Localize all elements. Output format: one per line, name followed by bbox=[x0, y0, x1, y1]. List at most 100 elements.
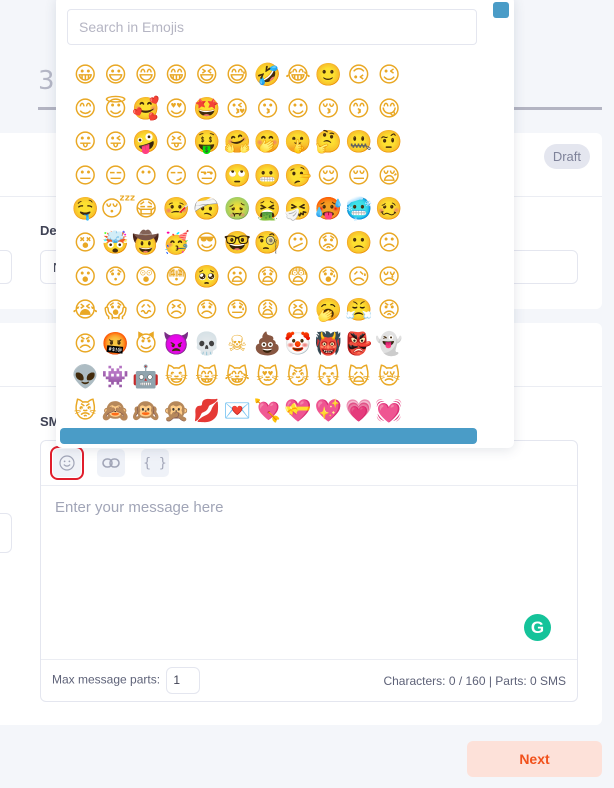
emoji-item[interactable]: 😤 bbox=[344, 294, 374, 328]
emoji-item[interactable]: 🥵 bbox=[313, 193, 343, 227]
emoji-item[interactable]: 😏 bbox=[161, 160, 191, 194]
emoji-item[interactable]: 🤢 bbox=[222, 193, 252, 227]
emoji-item[interactable]: 😁 bbox=[161, 59, 191, 93]
emoji-item[interactable]: 🤮 bbox=[252, 193, 282, 227]
emoji-item[interactable]: 😚 bbox=[313, 93, 343, 127]
emoji-item[interactable]: 😱 bbox=[100, 294, 130, 328]
emoji-item[interactable]: 🤫 bbox=[283, 126, 313, 160]
emoji-item[interactable]: 😭 bbox=[70, 294, 100, 328]
emoji-item[interactable]: 😙 bbox=[344, 93, 374, 127]
emoji-item[interactable]: 😨 bbox=[283, 261, 313, 295]
emoji-item[interactable]: 💝 bbox=[283, 395, 313, 425]
emoji-item[interactable]: 🤐 bbox=[344, 126, 374, 160]
emoji-item[interactable]: 🙊 bbox=[161, 395, 191, 425]
emoji-item[interactable]: 🤖 bbox=[131, 361, 161, 395]
emoji-item[interactable]: 😠 bbox=[70, 328, 100, 362]
emoji-button[interactable] bbox=[50, 446, 84, 480]
emoji-item[interactable]: 😽 bbox=[313, 361, 343, 395]
emoji-item[interactable]: 🤥 bbox=[283, 160, 313, 194]
emoji-item[interactable]: 😆 bbox=[192, 59, 222, 93]
emoji-item[interactable]: 😟 bbox=[313, 227, 343, 261]
emoji-item[interactable]: 🤑 bbox=[192, 126, 222, 160]
emoji-item[interactable]: 🤠 bbox=[131, 227, 161, 261]
emoji-item[interactable]: 😗 bbox=[252, 93, 282, 127]
emoji-item[interactable]: 🥺 bbox=[192, 261, 222, 295]
emoji-item[interactable]: 😅 bbox=[222, 59, 252, 93]
emoji-item[interactable]: 😃 bbox=[100, 59, 130, 93]
emoji-item[interactable]: 🧐 bbox=[252, 227, 282, 261]
emoji-item[interactable]: 😍 bbox=[161, 93, 191, 127]
emoji-item[interactable]: 🤤 bbox=[70, 193, 100, 227]
emoji-item[interactable]: 😯 bbox=[100, 261, 130, 295]
emoji-item[interactable]: 🙂 bbox=[313, 59, 343, 93]
emoji-item[interactable]: 😶 bbox=[131, 160, 161, 194]
insert-link-button[interactable] bbox=[97, 449, 125, 477]
emoji-item[interactable]: 😰 bbox=[313, 261, 343, 295]
emoji-item[interactable]: 💋 bbox=[192, 395, 222, 425]
emoji-item[interactable]: 👹 bbox=[313, 328, 343, 362]
emoji-item[interactable]: 👻 bbox=[374, 328, 404, 362]
emoji-item[interactable]: 🤭 bbox=[252, 126, 282, 160]
emoji-item[interactable]: 😥 bbox=[344, 261, 374, 295]
emoji-item[interactable]: 😓 bbox=[222, 294, 252, 328]
next-button[interactable]: Next bbox=[467, 741, 602, 777]
insert-variable-button[interactable]: { } bbox=[141, 449, 169, 477]
emoji-item[interactable]: 😩 bbox=[252, 294, 282, 328]
emoji-item[interactable]: 😬 bbox=[252, 160, 282, 194]
emoji-item[interactable]: 💌 bbox=[222, 395, 252, 425]
emoji-item[interactable]: 😴 bbox=[100, 193, 135, 227]
emoji-item[interactable]: 🙀 bbox=[344, 361, 374, 395]
emoji-item[interactable]: 😺 bbox=[161, 361, 191, 395]
emoji-item[interactable]: 🤧 bbox=[283, 193, 313, 227]
emoji-item[interactable]: 😢 bbox=[374, 261, 404, 295]
emoji-item[interactable]: 😝 bbox=[161, 126, 191, 160]
emoji-item[interactable]: 😕 bbox=[283, 227, 313, 261]
emoji-item[interactable]: 😮 bbox=[70, 261, 100, 295]
emoji-item[interactable]: 🤡 bbox=[283, 328, 313, 362]
emoji-item[interactable]: 😣 bbox=[161, 294, 191, 328]
emoji-item[interactable]: 💗 bbox=[344, 395, 374, 425]
left-input-2[interactable] bbox=[0, 513, 12, 553]
emoji-item[interactable]: 😷 bbox=[131, 193, 161, 227]
max-parts-input[interactable]: 1 bbox=[166, 667, 201, 694]
emoji-item[interactable]: 🙃 bbox=[344, 59, 374, 93]
emoji-item[interactable]: 😵 bbox=[70, 227, 100, 261]
emoji-item[interactable]: 🥴 bbox=[374, 193, 404, 227]
emoji-item[interactable]: 😜 bbox=[100, 126, 130, 160]
emoji-item[interactable]: 😧 bbox=[252, 261, 282, 295]
emoji-item[interactable]: 😈 bbox=[131, 328, 161, 362]
emoji-item[interactable]: 😉 bbox=[374, 59, 404, 93]
emoji-item[interactable]: 🥱 bbox=[313, 294, 343, 328]
emoji-item[interactable]: 😊 bbox=[70, 93, 100, 127]
emoji-item[interactable]: 😲 bbox=[131, 261, 161, 295]
emoji-item[interactable]: 🥶 bbox=[344, 193, 374, 227]
emoji-item[interactable]: 🤕 bbox=[192, 193, 222, 227]
emoji-item[interactable]: 🙄 bbox=[222, 160, 252, 194]
emoji-item[interactable]: 😪 bbox=[374, 160, 404, 194]
emoji-item[interactable]: 😘 bbox=[222, 93, 252, 127]
emoji-item[interactable]: 😳 bbox=[161, 261, 191, 295]
vertical-scrollbar[interactable] bbox=[493, 2, 509, 18]
emoji-item[interactable]: 😇 bbox=[100, 93, 130, 127]
emoji-item[interactable]: 😌 bbox=[313, 160, 343, 194]
emoji-item[interactable]: 😔 bbox=[344, 160, 374, 194]
emoji-item[interactable]: 🥳 bbox=[161, 227, 191, 261]
emoji-item[interactable]: 😐 bbox=[70, 160, 100, 194]
emoji-item[interactable]: 🤩 bbox=[192, 93, 222, 127]
emoji-item[interactable]: ☹ bbox=[374, 227, 404, 261]
emoji-item[interactable]: 🥰 bbox=[131, 93, 161, 127]
emoji-item[interactable]: 😻 bbox=[252, 361, 282, 395]
emoji-item[interactable]: 💩 bbox=[252, 328, 282, 362]
emoji-item[interactable]: 😋 bbox=[374, 93, 404, 127]
emoji-item[interactable]: 😀 bbox=[70, 59, 100, 93]
emoji-item[interactable]: 😂 bbox=[283, 59, 313, 93]
emoji-item[interactable]: 😎 bbox=[192, 227, 222, 261]
emoji-item[interactable]: 💘 bbox=[252, 395, 282, 425]
emoji-item[interactable]: 💓 bbox=[374, 395, 404, 425]
horizontal-scrollbar[interactable] bbox=[60, 428, 477, 444]
emoji-item[interactable]: 👾 bbox=[100, 361, 130, 395]
emoji-search-input[interactable] bbox=[67, 9, 477, 45]
emoji-item[interactable]: 🤗 bbox=[222, 126, 252, 160]
emoji-item[interactable]: 😾 bbox=[70, 395, 100, 425]
emoji-item[interactable]: 🤪 bbox=[131, 126, 161, 160]
